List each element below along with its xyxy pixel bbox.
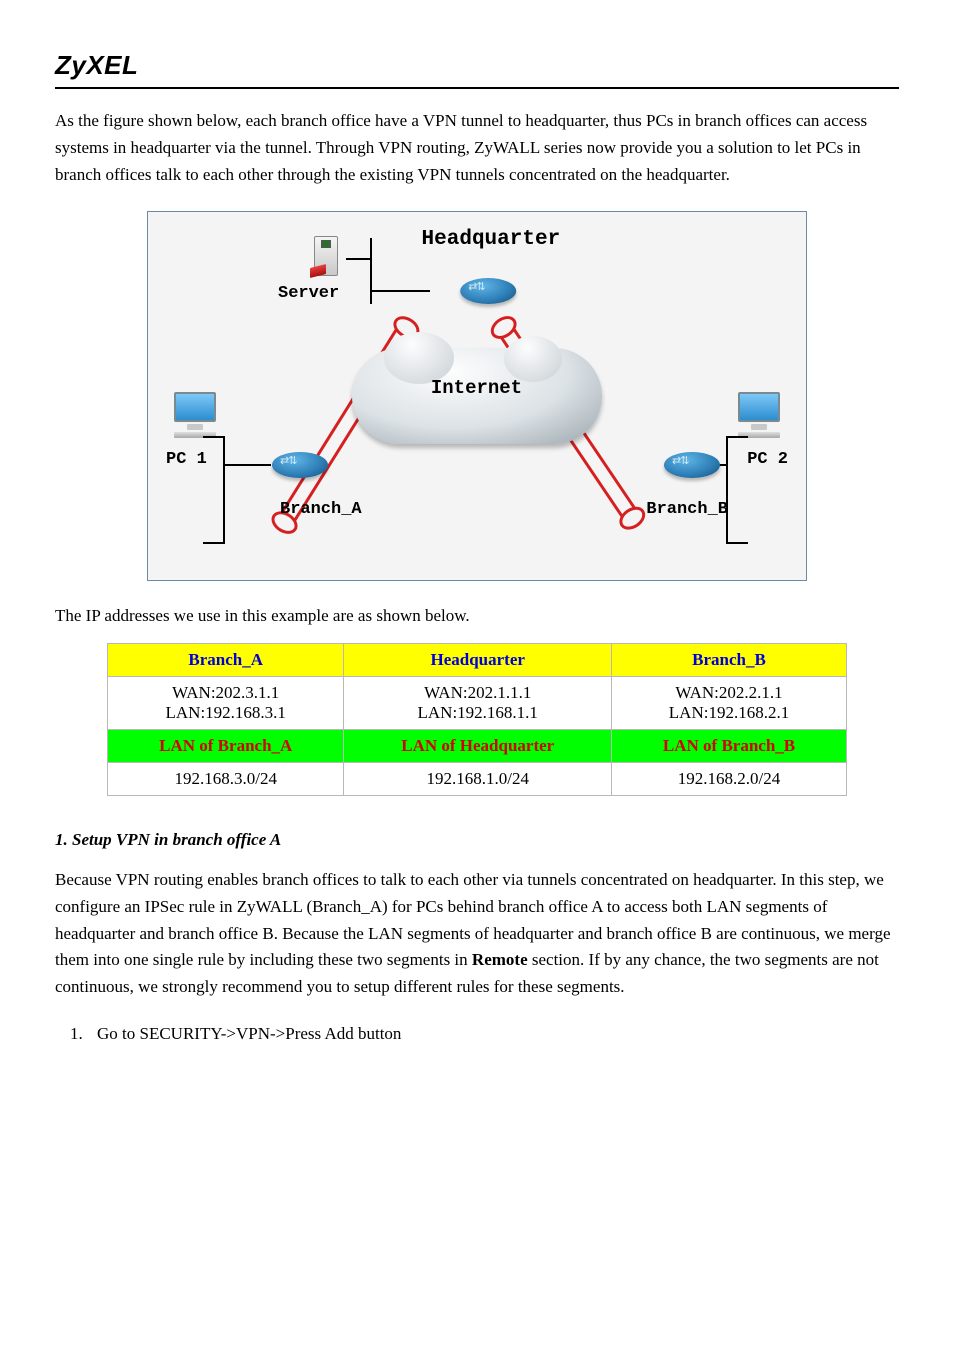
pc1-label: PC 1 — [166, 450, 207, 469]
hq-label: Headquarter — [422, 228, 561, 251]
cell-bb-lan: LAN:192.168.2.1 — [620, 703, 838, 723]
branch-b-label: Branch_B — [646, 500, 728, 519]
th-branch-a: Branch_A — [108, 643, 344, 676]
branch-b-router-icon: ⇄⇅ — [664, 452, 720, 478]
branch-a-router-icon: ⇄⇅ — [272, 452, 328, 478]
intro-paragraph: As the figure shown below, each branch o… — [55, 107, 899, 189]
pc1-icon — [172, 392, 218, 436]
cell-ba-wan: WAN:202.3.1.1 — [116, 683, 335, 703]
branch-b-net-vert — [726, 436, 728, 544]
mid-paragraph: The IP addresses we use in this example … — [55, 603, 899, 629]
cell-hq-lan: LAN:192.168.1.1 — [352, 703, 603, 723]
cell-lan-hq: 192.168.1.0/24 — [344, 762, 612, 795]
branch-a-net-h3 — [203, 542, 223, 544]
server-icon — [308, 230, 342, 278]
cell-ba-lan: LAN:192.168.3.1 — [116, 703, 335, 723]
branch-a-net-vert — [223, 436, 225, 544]
hq-net-h1 — [346, 258, 370, 260]
explain-bold: Remote — [472, 950, 528, 969]
cell-bb-wan: WAN:202.2.1.1 — [620, 683, 838, 703]
ip-address-table: Branch_A Headquarter Branch_B WAN:202.3.… — [107, 643, 847, 796]
branch-a-net-h1 — [203, 436, 223, 438]
hq-net-vert — [370, 238, 372, 304]
th-headquarter: Headquarter — [344, 643, 612, 676]
explain-paragraph: Because VPN routing enables branch offic… — [55, 867, 899, 1001]
cell-lan-ba: 192.168.3.0/24 — [108, 762, 344, 795]
branch-b-net-h3 — [728, 542, 748, 544]
pc2-icon — [736, 392, 782, 436]
pc2-label: PC 2 — [747, 450, 788, 469]
branch-a-label: Branch_A — [280, 500, 362, 519]
diagram-frame: Headquarter Server ⇄⇅ Internet PC 1 ⇄⇅ B… — [147, 211, 807, 581]
step-heading: 1. Setup VPN in branch office A — [55, 830, 899, 850]
internet-label: Internet — [431, 377, 522, 399]
server-label: Server — [278, 284, 339, 303]
branch-a-net-h2 — [223, 464, 271, 466]
th-lan-branch-a: LAN of Branch_A — [108, 729, 344, 762]
brand-header: ZyXEL — [55, 50, 899, 89]
cell-hq-wanlan: WAN:202.1.1.1 LAN:192.168.1.1 — [344, 676, 612, 729]
steps-list: Go to SECURITY->VPN->Press Add button — [87, 1021, 899, 1047]
step-1: Go to SECURITY->VPN->Press Add button — [87, 1021, 899, 1047]
cell-bb-wanlan: WAN:202.2.1.1 LAN:192.168.2.1 — [612, 676, 847, 729]
cell-lan-bb: 192.168.2.0/24 — [612, 762, 847, 795]
th-lan-branch-b: LAN of Branch_B — [612, 729, 847, 762]
cell-hq-wan: WAN:202.1.1.1 — [352, 683, 603, 703]
hq-net-h2 — [370, 290, 430, 292]
hq-router-icon: ⇄⇅ — [460, 278, 516, 304]
cell-ba-wanlan: WAN:202.3.1.1 LAN:192.168.3.1 — [108, 676, 344, 729]
th-branch-b: Branch_B — [612, 643, 847, 676]
th-lan-headquarter: LAN of Headquarter — [344, 729, 612, 762]
network-diagram: Headquarter Server ⇄⇅ Internet PC 1 ⇄⇅ B… — [147, 211, 807, 581]
branch-b-net-h1 — [728, 436, 748, 438]
